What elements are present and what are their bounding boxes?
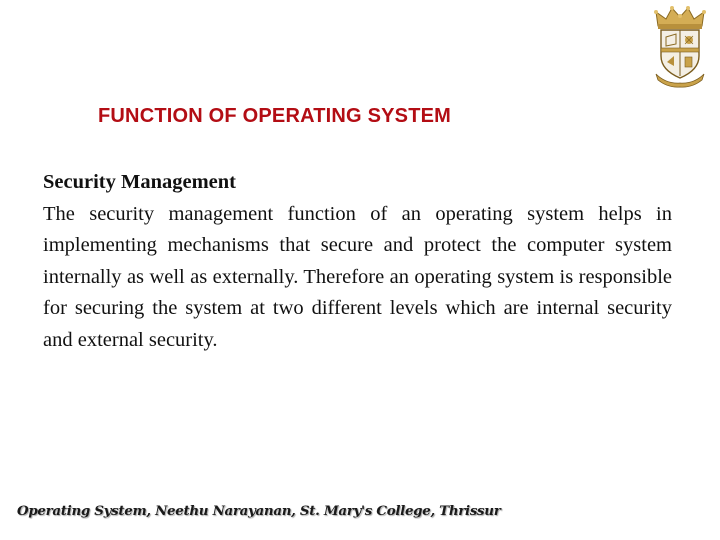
college-crest-logo — [652, 4, 708, 88]
college-crest-icon — [654, 6, 706, 88]
slide-content: Security Management The security managem… — [43, 167, 672, 357]
section-heading: Security Management — [43, 171, 236, 193]
body-paragraph: The security management function of an o… — [43, 202, 672, 351]
slide-title: FUNCTION OF OPERATING SYSTEM — [98, 105, 452, 127]
slide-footer: Operating System, Neethu Narayanan, St. … — [17, 503, 501, 519]
